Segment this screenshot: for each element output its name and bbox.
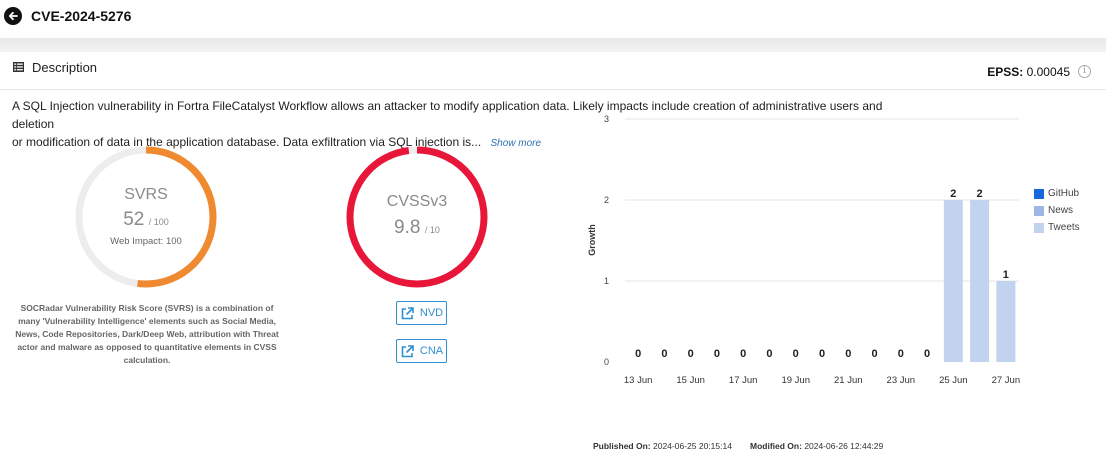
y-tick-label: 3 [604, 114, 609, 124]
bar-value-label: 0 [635, 348, 641, 360]
x-tick-label: 21 Jun [834, 375, 863, 386]
section-title: Description [32, 60, 98, 75]
svrs-score: 52 [123, 209, 145, 230]
nvd-link-button[interactable]: NVD [396, 301, 447, 325]
chart-legend: GitHub News Tweets [1034, 185, 1080, 236]
modified-date: Modified On: 2024-06-26 12:44:29 [750, 441, 883, 451]
legend-swatch-github [1034, 188, 1044, 199]
published-date: Published On: 2024-06-25 20:15:14 [593, 441, 732, 451]
page-title: CVE-2024-5276 [31, 8, 132, 24]
legend-swatch-tweets [1034, 222, 1044, 233]
chart-bar [996, 281, 1016, 362]
svrs-web-impact: Web Impact: 100 [110, 236, 182, 247]
bar-value-label: 1 [1003, 269, 1009, 281]
epss-value: 0.00045 [1026, 65, 1070, 79]
modified-label: Modified On: [750, 441, 802, 451]
bar-value-label: 0 [661, 348, 667, 360]
header-divider [0, 38, 1106, 52]
cna-link-button[interactable]: CNA [396, 339, 447, 363]
bar-value-label: 0 [871, 348, 877, 360]
growth-chart: 0 1 2 3 Growth 0 0 0 0 0 0 0 0 0 0 0 0 2 2 1 13 Jun 15 Jun 17 … [587, 114, 1021, 386]
x-tick-label: 13 Jun [624, 375, 653, 386]
x-tick-label: 15 Jun [676, 375, 705, 386]
chart-bar [943, 200, 963, 362]
legend-label-github: GitHub [1048, 188, 1080, 199]
x-tick-label: 27 Jun [992, 375, 1021, 386]
svrs-gauge: SVRS 52 / 100 Web Impact: 100 [74, 145, 218, 289]
legend-label-news: News [1048, 205, 1074, 216]
bar-value-label: 0 [714, 348, 720, 360]
legend-item-news[interactable]: News [1034, 202, 1080, 219]
bar-value-label: 0 [688, 348, 694, 360]
y-tick-label: 1 [604, 276, 609, 286]
chart-bar [970, 200, 990, 362]
y-tick-label: 2 [604, 195, 609, 205]
external-link-icon [401, 306, 414, 319]
bar-value-label: 0 [819, 348, 825, 360]
svrs-title: SVRS [124, 186, 168, 203]
bar-value-label: 0 [766, 348, 772, 360]
cve-detail-card: Description EPSS: 0.00045 i A SQL Inject… [0, 52, 1106, 460]
cvss-score-row: 9.8 / 10 [345, 217, 489, 239]
list-icon [13, 62, 24, 72]
show-more-link[interactable]: Show more [491, 138, 542, 149]
x-tick-label: 23 Jun [887, 375, 916, 386]
external-link-icon [401, 344, 414, 357]
cvss-max: / 10 [424, 225, 440, 235]
info-icon[interactable]: i [1078, 65, 1091, 78]
x-tick-label: 19 Jun [781, 375, 810, 386]
nvd-label: NVD [419, 307, 444, 319]
cna-label: CNA [419, 345, 444, 357]
legend-swatch-news [1034, 205, 1044, 216]
bar-value-label: 0 [898, 348, 904, 360]
legend-item-tweets[interactable]: Tweets [1034, 219, 1080, 236]
bar-value-label: 0 [793, 348, 799, 360]
y-axis-label: Growth [587, 224, 597, 256]
bar-value-label: 0 [740, 348, 746, 360]
bar-value-label: 0 [845, 348, 851, 360]
svrs-description: SOCRadar Vulnerability Risk Score (SVRS)… [15, 303, 279, 365]
legend-label-tweets: Tweets [1048, 222, 1080, 233]
svrs-max: / 100 [148, 217, 169, 227]
legend-item-github[interactable]: GitHub [1034, 185, 1080, 202]
published-label: Published On: [593, 441, 651, 451]
cvss-score: 9.8 [394, 217, 421, 238]
x-tick-label: 25 Jun [939, 375, 968, 386]
bar-value-label: 0 [924, 348, 930, 360]
modified-value: 2024-06-26 12:44:29 [804, 441, 884, 451]
x-tick-label: 17 Jun [729, 375, 758, 386]
y-tick-label: 0 [604, 357, 609, 367]
bar-value-label: 2 [977, 188, 983, 200]
published-value: 2024-06-25 20:15:14 [653, 441, 732, 451]
bar-value-label: 2 [950, 188, 956, 200]
back-arrow-icon[interactable] [4, 7, 22, 25]
cvss-title: CVSSv3 [386, 193, 448, 210]
cvss-gauge: CVSSv3 9.8 / 10 [345, 145, 489, 289]
top-bar: CVE-2024-5276 [0, 0, 1106, 38]
svrs-score-row: 52 / 100 [74, 209, 218, 231]
